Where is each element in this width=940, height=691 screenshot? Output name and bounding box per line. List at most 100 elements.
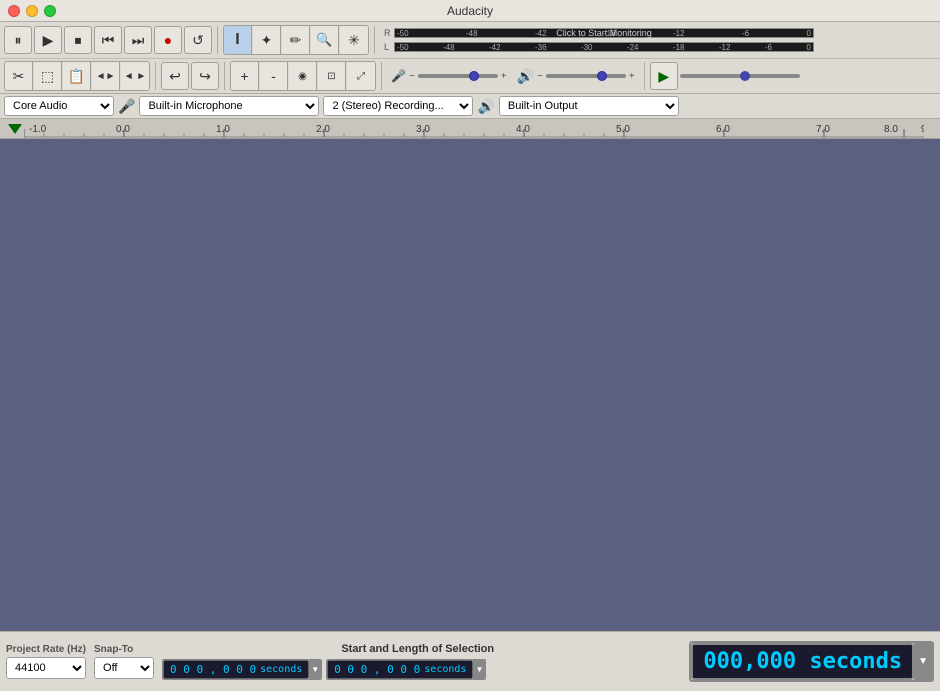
record-meter-bar[interactable]: -50 -48 -42 Click to Start Monitoring -1…	[394, 28, 814, 38]
play-button[interactable]: ▶	[34, 26, 62, 54]
play-tick-24: -24	[627, 43, 639, 52]
skip-start-button[interactable]: ⏮	[94, 26, 122, 54]
pause-button[interactable]: ⏸	[4, 26, 32, 54]
track-area[interactable]	[0, 139, 940, 631]
sep4	[224, 62, 225, 90]
input-device-select[interactable]: Built-in Microphone	[139, 96, 319, 116]
snap-to-select[interactable]: Off	[94, 657, 154, 679]
svg-text:8.0: 8.0	[884, 124, 898, 135]
start-time-value: 0 0 0 , 0 0 0	[170, 663, 256, 676]
undo-button[interactable]: ↩	[161, 62, 189, 90]
ruler-svg: -1.0 0.0 1.0 2.0 3.0 4.0 5.0	[24, 119, 924, 138]
playback-speed-slider[interactable]	[680, 74, 800, 78]
output-volume-thumb	[597, 71, 607, 81]
playback-meter-row: L -50 -48 -42 -36 -30 -24 -18 -12 -6 0	[384, 40, 814, 54]
mic-device-icon: 🎤	[118, 98, 135, 115]
multi-tool-button[interactable]: ✦	[253, 26, 281, 54]
click-to-monitor-text: Click to Start Monitoring	[556, 28, 652, 38]
titlebar: Audacity	[0, 0, 940, 22]
record-button[interactable]: ●	[154, 26, 182, 54]
play-tick-6: -6	[765, 43, 772, 52]
selection-fields: 0 0 0 , 0 0 0 seconds ▼ 0 0 0 , 0 0 0 se…	[162, 659, 673, 680]
svg-text:5.0: 5.0	[616, 124, 630, 135]
play-tick-36: -36	[535, 43, 547, 52]
input-volume-slider[interactable]	[418, 74, 498, 78]
separator2	[374, 26, 375, 54]
multi2-tool-button[interactable]: ✳	[340, 26, 368, 54]
meter-tick-48: -48	[466, 29, 478, 38]
play-tick-18: -18	[673, 43, 685, 52]
start-time-display[interactable]: 0 0 0 , 0 0 0 seconds	[163, 660, 309, 679]
output-device-select[interactable]: Built-in Output	[499, 96, 679, 116]
toolbar-area: ⏸ ▶ ⏹ ⏮ ⏭ ● ↺ I ✦ ✏ 🔍 ✳ R -50 -48 -42	[0, 22, 940, 119]
position-display-container: 000,000 seconds ▼	[689, 641, 934, 682]
position-value: 000,000 seconds	[703, 649, 902, 674]
tools-group: I ✦ ✏ 🔍 ✳	[223, 25, 369, 55]
meter-tick-50: -50	[397, 29, 409, 38]
meter-tick-0: 0	[806, 29, 810, 38]
play-speed-button[interactable]: ▶	[650, 62, 678, 90]
start-time-container: 0 0 0 , 0 0 0 seconds ▼	[162, 659, 322, 680]
transport-toolbar: ⏸ ▶ ⏹ ⏮ ⏭ ● ↺ I ✦ ✏ 🔍 ✳ R -50 -48 -42	[0, 22, 940, 59]
zoom-in-tool-button[interactable]: 🔍	[311, 26, 339, 54]
zoom-sel-button[interactable]: ◉	[289, 62, 317, 90]
minus-icon: −	[409, 71, 415, 82]
playback-meter-bar[interactable]: -50 -48 -42 -36 -30 -24 -18 -12 -6 0	[394, 42, 814, 52]
meter-tick-42: -42	[535, 29, 547, 38]
output-volume-slider[interactable]	[546, 74, 626, 78]
length-time-display[interactable]: 0 0 0 , 0 0 0 seconds	[327, 660, 473, 679]
snap-to-label: Snap-To	[94, 644, 154, 655]
stop-button[interactable]: ⏹	[64, 26, 92, 54]
mic-icon[interactable]: 🎤	[391, 69, 406, 83]
zoom-extra-button[interactable]: ⤢	[347, 62, 375, 90]
channels-select[interactable]: 2 (Stereo) Recording...	[323, 96, 473, 116]
svg-text:1.0: 1.0	[216, 124, 230, 135]
zoom-out-button[interactable]: -	[260, 62, 288, 90]
draw-tool-button[interactable]: ✏	[282, 26, 310, 54]
svg-text:6.0: 6.0	[716, 124, 730, 135]
edit-tools-group: ✂ ⬚ 📋 ◄► ◄ ►	[4, 61, 150, 91]
zoom-in-button[interactable]: +	[231, 62, 259, 90]
silence-button[interactable]: ◄ ►	[121, 62, 149, 90]
maximize-button[interactable]	[44, 5, 56, 17]
redo-button[interactable]: ↪	[191, 62, 219, 90]
minimize-button[interactable]	[26, 5, 38, 17]
project-rate-select[interactable]: 44100	[6, 657, 86, 679]
svg-text:4.0: 4.0	[516, 124, 530, 135]
copy-button[interactable]: ⬚	[34, 62, 62, 90]
separator	[217, 26, 218, 54]
start-time-dropdown-button[interactable]: ▼	[309, 660, 321, 679]
selection-label: Start and Length of Selection	[162, 643, 673, 655]
select-tool-button[interactable]: I	[224, 26, 252, 54]
vu-meters: R -50 -48 -42 Click to Start Monitoring …	[384, 26, 814, 54]
position-dropdown-button[interactable]: ▼	[914, 643, 932, 680]
zoom-fit-button[interactable]: ⊡	[318, 62, 346, 90]
speaker-icon[interactable]: 🔊	[517, 68, 534, 85]
loop-button[interactable]: ↺	[184, 26, 212, 54]
length-time-dropdown-button[interactable]: ▼	[473, 660, 485, 679]
close-button[interactable]	[8, 5, 20, 17]
snap-to-section: Snap-To Off	[94, 644, 154, 679]
input-volume-control: 🎤 − +	[391, 69, 507, 83]
project-rate-section: Project Rate (Hz) 44100	[6, 644, 86, 679]
record-meter-row: R -50 -48 -42 Click to Start Monitoring …	[384, 26, 814, 40]
svg-text:0.0: 0.0	[116, 124, 130, 135]
position-display[interactable]: 000,000 seconds	[691, 643, 914, 680]
meter-tick-6: -6	[742, 29, 749, 38]
record-meter-label: R	[384, 28, 394, 38]
play-tick-50: -50	[397, 43, 409, 52]
zoom-tools-group: + - ◉ ⊡ ⤢	[230, 61, 376, 91]
window-controls	[8, 5, 56, 17]
timeline-ruler: -1.0 0.0 1.0 2.0 3.0 4.0 5.0	[0, 119, 940, 139]
input-volume-thumb	[469, 71, 479, 81]
svg-text:2.0: 2.0	[316, 124, 330, 135]
paste-button[interactable]: 📋	[63, 62, 91, 90]
audio-host-select[interactable]: Core Audio	[4, 96, 114, 116]
skip-end-button[interactable]: ⏭	[124, 26, 152, 54]
svg-text:9.0: 9.0	[921, 124, 924, 135]
play-tick-12: -12	[719, 43, 731, 52]
project-rate-label: Project Rate (Hz)	[6, 644, 86, 655]
trim-button[interactable]: ◄►	[92, 62, 120, 90]
window-title: Audacity	[447, 4, 493, 18]
cut-button[interactable]: ✂	[5, 62, 33, 90]
